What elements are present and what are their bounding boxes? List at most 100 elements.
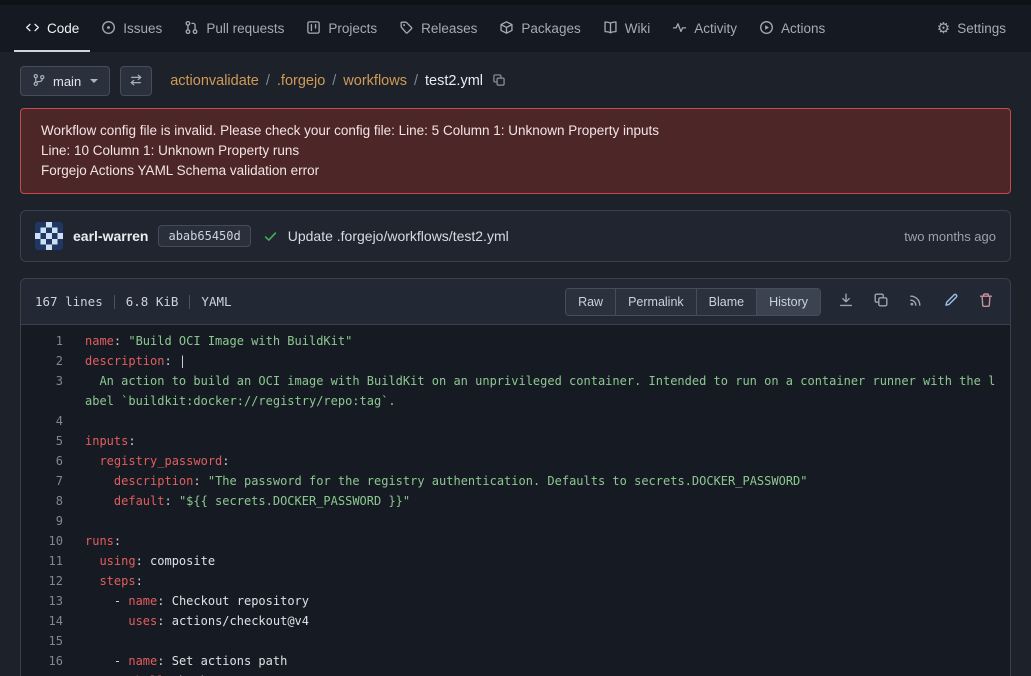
branch-selector[interactable]: main [20,66,110,96]
history-button[interactable]: History [756,289,820,315]
tab-label: Code [47,21,79,36]
copy-path-button[interactable] [490,71,508,92]
breadcrumb-repo-link[interactable]: actionvalidate [170,73,259,89]
copy-content-button[interactable] [871,290,891,313]
tab-projects[interactable]: Projects [295,5,388,52]
breadcrumb-separator: / [332,73,336,89]
compare-button[interactable] [120,66,152,96]
code-line-content: steps: [63,571,1010,591]
breadcrumb-current-file: test2.yml [425,73,483,89]
code-icon [25,20,40,38]
tab-issues[interactable]: Issues [90,5,173,52]
code-line: 2description: | [21,351,1010,371]
code-line: 9 [21,511,1010,531]
branch-icon [32,73,46,90]
tab-label: Packages [521,21,580,36]
code-line-content: registry_password: [63,451,1010,471]
commit-age: two months ago [904,229,996,244]
line-number[interactable]: 3 [21,371,63,411]
code-line: 14 uses: actions/checkout@v4 [21,611,1010,631]
latest-commit-bar: earl-warren abab65450d Update .forgejo/w… [20,210,1011,262]
error-line: Forgejo Actions YAML Schema validation e… [41,161,990,181]
line-number[interactable]: 15 [21,631,63,651]
code-line: 3 An action to build an OCI image with B… [21,371,1010,411]
file-actions: Raw Permalink Blame History [565,288,996,316]
code-line: 4 [21,411,1010,431]
line-number[interactable]: 1 [21,331,63,351]
permalink-button[interactable]: Permalink [615,289,696,315]
tab-settings[interactable]: ⚙ Settings [926,5,1017,52]
book-icon [603,20,618,38]
code-line: 16 - name: Set actions path [21,651,1010,671]
line-number[interactable]: 13 [21,591,63,611]
line-number[interactable]: 16 [21,651,63,671]
tab-wiki[interactable]: Wiki [592,5,662,52]
line-number[interactable]: 14 [21,611,63,631]
code-line-content [63,511,1010,531]
file-view-switcher: Raw Permalink Blame History [565,288,821,316]
line-number[interactable]: 9 [21,511,63,531]
tab-label: Settings [957,21,1006,36]
gear-icon: ⚙ [937,21,950,36]
line-number[interactable]: 5 [21,431,63,451]
tab-label: Actions [781,21,825,36]
breadcrumb-dir-link[interactable]: .forgejo [277,73,325,89]
file-header: 167 lines 6.8 KiB YAML Raw Permalink Bla… [21,279,1010,325]
line-number[interactable]: 12 [21,571,63,591]
code-line-content: uses: actions/checkout@v4 [63,611,1010,631]
file-lines-count: 167 lines [35,294,103,309]
line-number[interactable]: 4 [21,411,63,431]
package-icon [499,20,514,38]
error-line: Line: 10 Column 1: Unknown Property runs [41,141,990,161]
rss-feed-button[interactable] [906,290,926,313]
code-line-content: - name: Set actions path [63,651,1010,671]
raw-button[interactable]: Raw [566,289,615,315]
tab-releases[interactable]: Releases [388,5,488,52]
line-number[interactable]: 7 [21,471,63,491]
code-line: 10runs: [21,531,1010,551]
file-language: YAML [201,294,231,309]
line-number[interactable]: 17 [21,671,63,676]
line-number[interactable]: 10 [21,531,63,551]
line-number[interactable]: 8 [21,491,63,511]
download-button[interactable] [836,290,856,313]
file-view: 167 lines 6.8 KiB YAML Raw Permalink Bla… [20,278,1011,676]
download-icon [838,292,854,311]
code-line: 6 registry_password: [21,451,1010,471]
code-line-content: default: "${{ secrets.DOCKER_PASSWORD }}… [63,491,1010,511]
tab-pull-requests[interactable]: Pull requests [173,5,295,52]
code-line: 11 using: composite [21,551,1010,571]
code-line-content: name: "Build OCI Image with BuildKit" [63,331,1010,351]
avatar[interactable] [35,222,63,250]
commit-sha[interactable]: abab65450d [158,225,250,247]
code-line: 5inputs: [21,431,1010,451]
code-line-content: using: composite [63,551,1010,571]
tab-label: Projects [328,21,377,36]
file-info: 167 lines 6.8 KiB YAML [35,294,232,309]
code-line: 13 - name: Checkout repository [21,591,1010,611]
commit-message[interactable]: Update .forgejo/workflows/test2.yml [288,228,509,244]
blame-button[interactable]: Blame [696,289,756,315]
delete-file-button[interactable] [976,290,996,313]
branch-name: main [53,74,81,89]
tab-actions[interactable]: Actions [748,5,836,52]
pulse-icon [672,20,687,38]
breadcrumb-dir-link[interactable]: workflows [343,73,407,89]
commit-status-success-icon[interactable] [263,229,278,244]
line-number[interactable]: 11 [21,551,63,571]
line-number[interactable]: 2 [21,351,63,371]
project-board-icon [306,20,321,38]
divider [189,295,190,309]
trash-icon [978,292,994,311]
commit-author[interactable]: earl-warren [73,228,148,244]
code-line: 8 default: "${{ secrets.DOCKER_PASSWORD … [21,491,1010,511]
compare-icon [129,73,143,90]
edit-file-button[interactable] [941,290,961,313]
tab-packages[interactable]: Packages [488,5,591,52]
line-number[interactable]: 6 [21,451,63,471]
code-line: 17 shell: bash [21,671,1010,676]
tab-activity[interactable]: Activity [661,5,748,52]
repo-tab-bar: Code Issues Pull requests Projects Relea… [0,5,1031,52]
tab-code[interactable]: Code [14,5,90,52]
breadcrumb-separator: / [266,73,270,89]
